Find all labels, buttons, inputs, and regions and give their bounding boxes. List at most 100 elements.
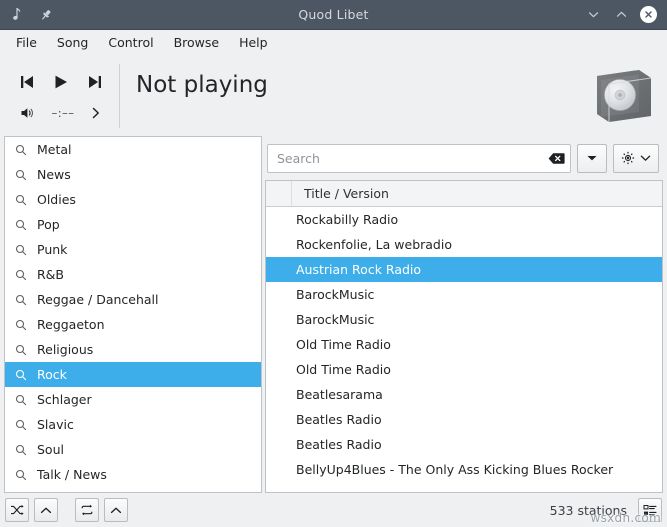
- table-row[interactable]: Beatles Radio: [266, 432, 662, 457]
- search-icon: [14, 468, 28, 482]
- station-title: BarockMusic: [296, 287, 374, 302]
- sidebar-item-punk[interactable]: Punk: [5, 237, 261, 262]
- search-icon: [14, 318, 28, 332]
- title-bar-left-icons: [0, 6, 55, 24]
- search-settings-button[interactable]: [613, 144, 659, 173]
- sidebar-item-label: Talk / News: [37, 467, 107, 482]
- table-body[interactable]: Rockabilly Radio Rockenfolie, La webradi…: [266, 207, 662, 492]
- chevron-down-icon: [640, 154, 651, 162]
- table-row[interactable]: BarockMusic: [266, 282, 662, 307]
- search-row: [265, 136, 663, 180]
- repeat-icon: [80, 504, 94, 516]
- clear-search-icon[interactable]: [546, 148, 566, 168]
- transport-secondary-row: –:––: [10, 99, 119, 127]
- play-button[interactable]: [52, 74, 70, 90]
- window-title: Quod Libet: [0, 0, 667, 29]
- player-bar: –:–– Not playing: [0, 56, 667, 136]
- table-row[interactable]: BarockMusic: [266, 307, 662, 332]
- station-title: Rockenfolie, La webradio: [296, 237, 452, 252]
- table-row[interactable]: Old Time Radio: [266, 357, 662, 382]
- sidebar-item-reggae-dancehall[interactable]: Reggae / Dancehall: [5, 287, 261, 312]
- sidebar-item-label: Reggaeton: [37, 317, 105, 332]
- expand-player-button[interactable]: [90, 106, 102, 120]
- volume-icon[interactable]: [20, 106, 36, 120]
- station-title: Beatlesarama: [296, 387, 383, 402]
- search-icon: [14, 243, 28, 257]
- previous-button[interactable]: [18, 74, 36, 90]
- shuffle-button[interactable]: [5, 498, 29, 522]
- table-row-selected[interactable]: Austrian Rock Radio: [266, 257, 662, 282]
- next-button[interactable]: [86, 74, 104, 90]
- view-options-button[interactable]: [638, 498, 662, 522]
- genre-list[interactable]: Metal News Oldies: [5, 137, 261, 492]
- album-art-placeholder[interactable]: [587, 60, 659, 132]
- search-icon: [14, 143, 28, 157]
- repeat-button[interactable]: [75, 498, 99, 522]
- station-title: BellyUp4Blues - The Only Ass Kicking Blu…: [296, 462, 613, 477]
- sidebar-item-slavic[interactable]: Slavic: [5, 412, 261, 437]
- time-display: –:––: [46, 106, 80, 120]
- sidebar-item-oldies[interactable]: Oldies: [5, 187, 261, 212]
- sidebar-item-label: Rock: [37, 367, 67, 382]
- close-button[interactable]: [640, 6, 657, 23]
- menu-item-song[interactable]: Song: [49, 34, 96, 53]
- search-icon: [14, 293, 28, 307]
- pin-icon[interactable]: [37, 6, 55, 24]
- station-title: Old Time Radio: [296, 337, 391, 352]
- table-row[interactable]: Old Time Radio: [266, 332, 662, 357]
- search-icon: [14, 418, 28, 432]
- station-table: Title / Version Rockabilly Radio Rockenf…: [265, 180, 663, 493]
- chevron-up-icon: [40, 506, 52, 515]
- search-history-button[interactable]: [577, 144, 607, 173]
- transport-buttons: [10, 65, 119, 99]
- sidebar-item-label: Slavic: [37, 417, 74, 432]
- table-row[interactable]: Beatles Radio: [266, 407, 662, 432]
- sidebar-item-reggaeton[interactable]: Reggaeton: [5, 312, 261, 337]
- station-title: Beatles Radio: [296, 437, 382, 452]
- station-pane: Title / Version Rockabilly Radio Rockenf…: [265, 136, 663, 493]
- table-row[interactable]: Rockenfolie, La webradio: [266, 232, 662, 257]
- search-icon: [14, 193, 28, 207]
- sidebar-item-label: Pop: [37, 217, 60, 232]
- search-input[interactable]: [277, 151, 546, 166]
- music-note-icon[interactable]: [9, 6, 27, 24]
- table-row[interactable]: Beatlesarama: [266, 382, 662, 407]
- search-icon: [14, 268, 28, 282]
- menu-item-file[interactable]: File: [8, 34, 45, 53]
- main-content: Metal News Oldies: [0, 136, 667, 493]
- sidebar-item-news[interactable]: News: [5, 162, 261, 187]
- sidebar-item-soul[interactable]: Soul: [5, 437, 261, 462]
- column-header-title-version[interactable]: Title / Version: [292, 181, 662, 206]
- sidebar-item-label: Punk: [37, 242, 67, 257]
- sidebar-item-metal[interactable]: Metal: [5, 137, 261, 162]
- menu-item-browse[interactable]: Browse: [166, 34, 228, 53]
- shuffle-options-button[interactable]: [34, 498, 58, 522]
- station-count-label: 533 stations: [550, 503, 627, 518]
- gear-icon: [621, 151, 635, 165]
- sidebar-item-talk-news[interactable]: Talk / News: [5, 462, 261, 487]
- sidebar-item-pop[interactable]: Pop: [5, 212, 261, 237]
- sidebar-item-schlager[interactable]: Schlager: [5, 387, 261, 412]
- search-icon: [14, 343, 28, 357]
- table-row[interactable]: BellyUp4Blues - The Only Ass Kicking Blu…: [266, 457, 662, 482]
- minimize-button[interactable]: [584, 6, 602, 24]
- station-title: Rockabilly Radio: [296, 212, 398, 227]
- sidebar-item-rnb[interactable]: R&B: [5, 262, 261, 287]
- column-header-icon[interactable]: [266, 181, 292, 206]
- sidebar-item-rock[interactable]: Rock: [5, 362, 261, 387]
- menu-item-help[interactable]: Help: [231, 34, 276, 53]
- sidebar-item-label: Metal: [37, 142, 72, 157]
- repeat-options-button[interactable]: [104, 498, 128, 522]
- station-title: BarockMusic: [296, 312, 374, 327]
- title-bar: Quod Libet: [0, 0, 667, 30]
- sidebar-item-label: Schlager: [37, 392, 92, 407]
- table-row[interactable]: Rockabilly Radio: [266, 207, 662, 232]
- sidebar-item-religious[interactable]: Religious: [5, 337, 261, 362]
- window-controls: [584, 6, 667, 24]
- search-box[interactable]: [267, 144, 571, 173]
- maximize-button[interactable]: [612, 6, 630, 24]
- search-icon: [14, 168, 28, 182]
- menu-bar: File Song Control Browse Help: [0, 30, 667, 56]
- menu-item-control[interactable]: Control: [100, 34, 161, 53]
- search-icon: [14, 443, 28, 457]
